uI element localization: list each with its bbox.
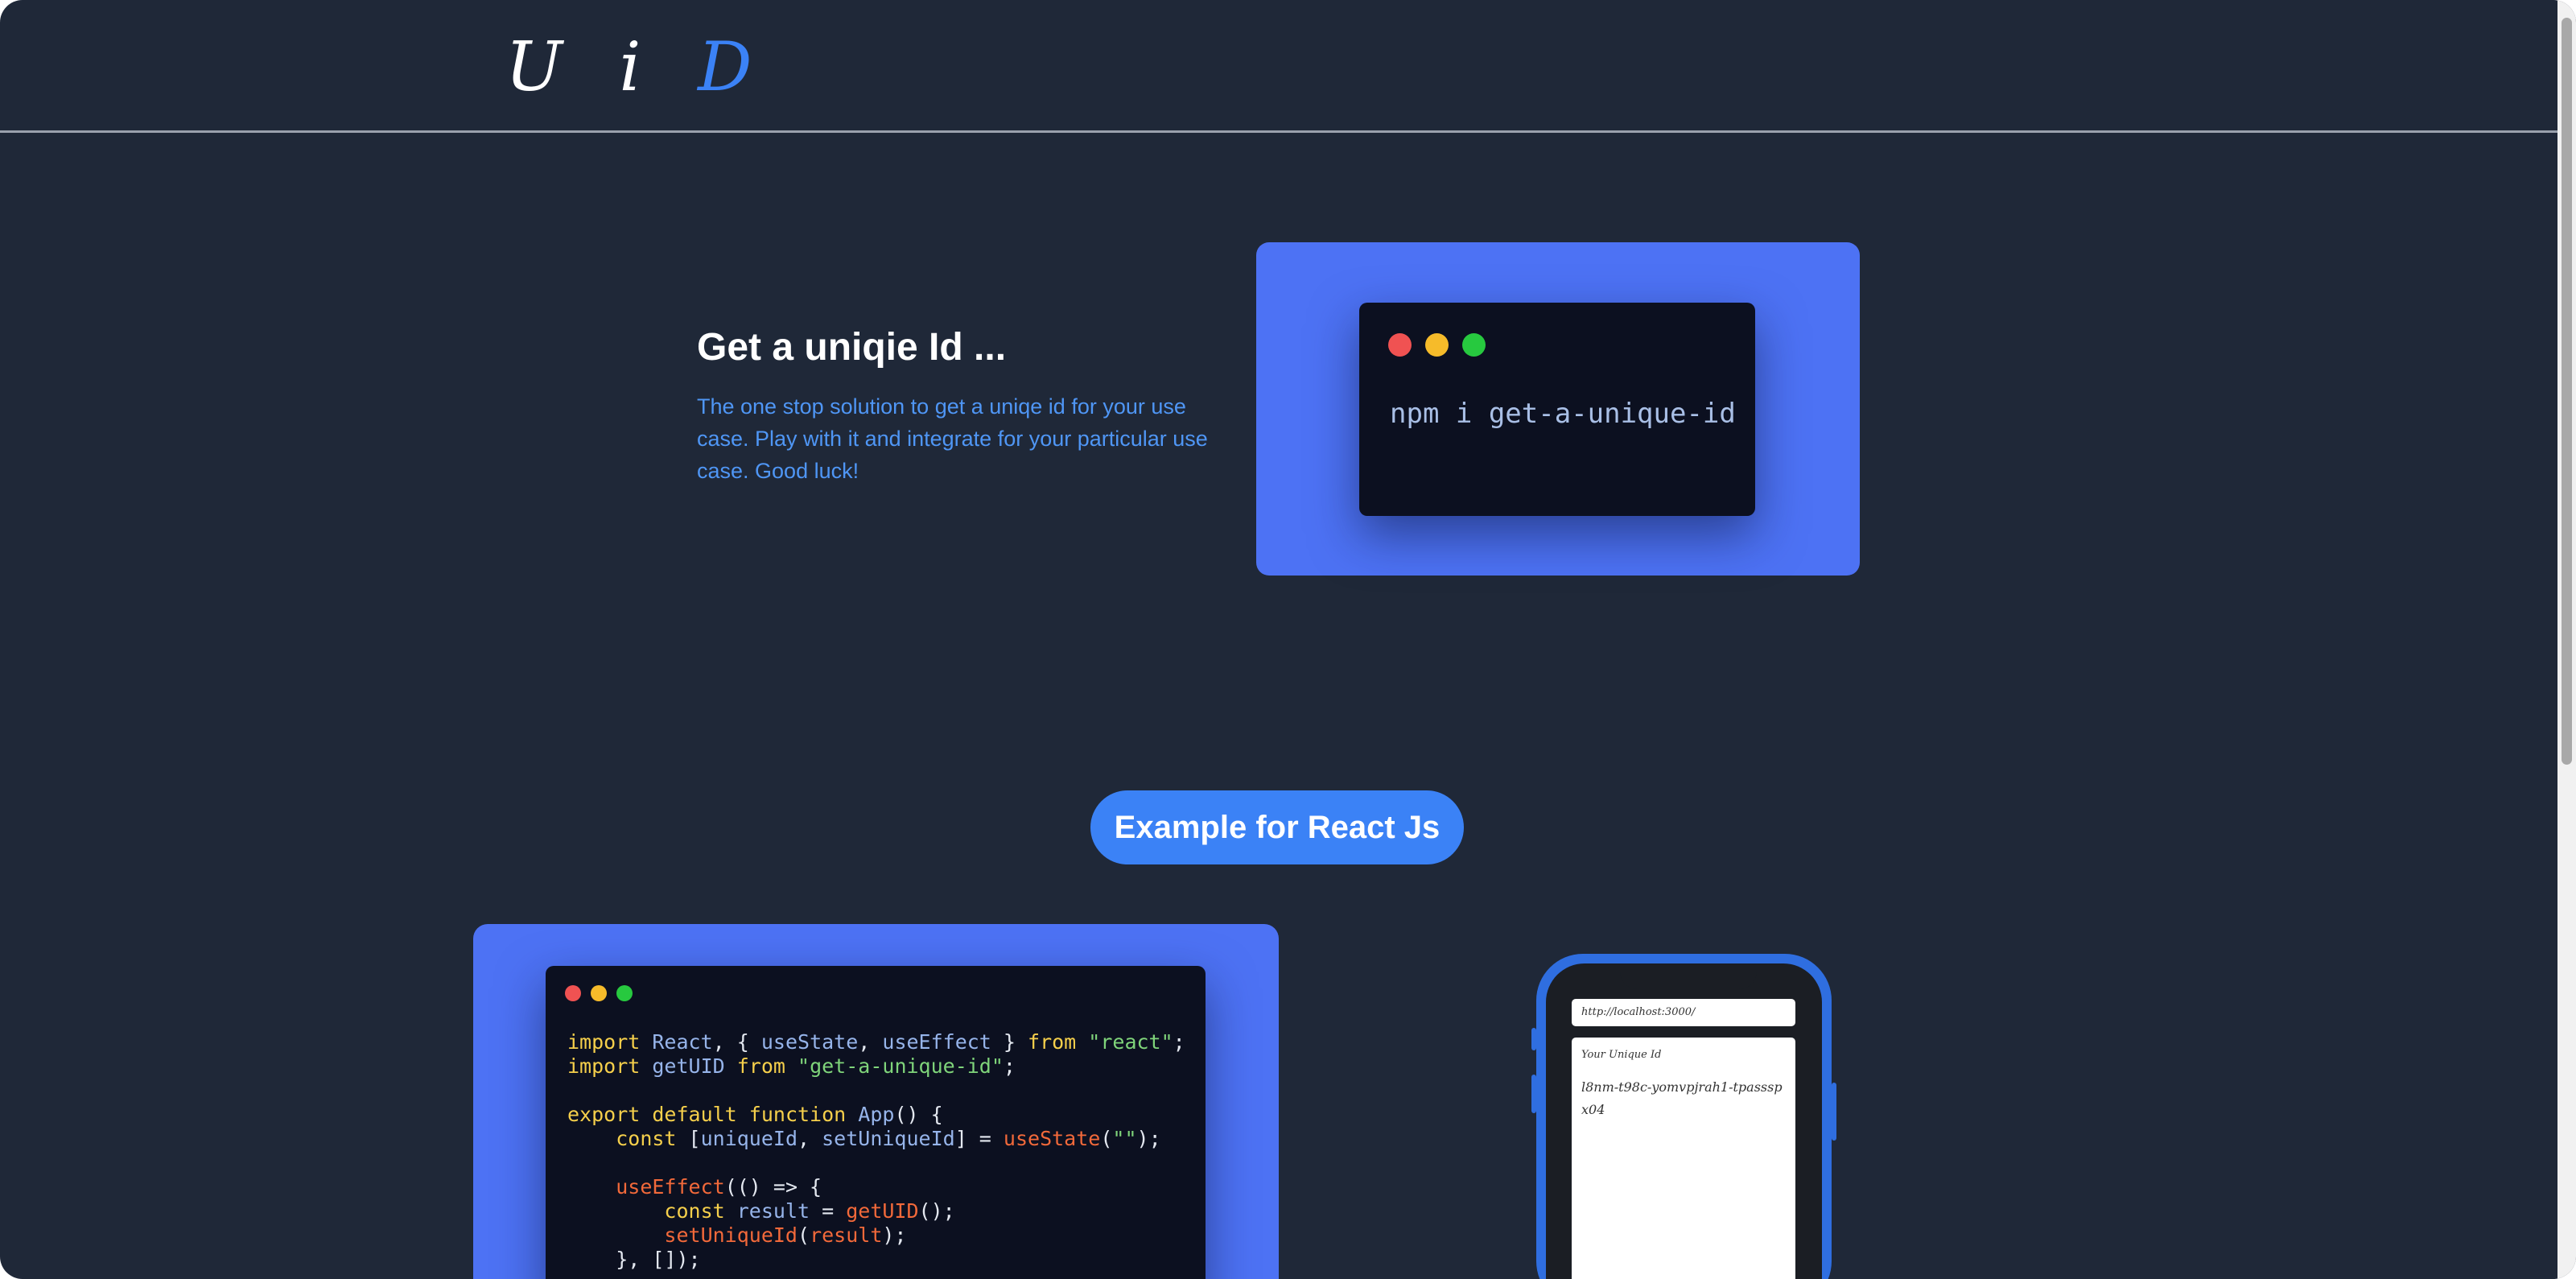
hero-title: Get a uniqie Id ... <box>697 326 1007 369</box>
phone-screen: Your Unique Id l8nm-t98c-yomvpjrah1-tpas… <box>1572 1038 1795 1279</box>
code-example-card: import React, { useState, useEffect } fr… <box>473 924 1279 1279</box>
install-command[interactable]: npm i get-a-unique-id <box>1390 398 1736 430</box>
code-snippet: import React, { useState, useEffect } fr… <box>567 1030 1185 1271</box>
site-logo[interactable]: U i D <box>505 23 769 111</box>
install-card: npm i get-a-unique-id <box>1256 242 1860 576</box>
site-header: U i D <box>0 0 2557 133</box>
unique-id-label: Your Unique Id <box>1581 1049 1662 1061</box>
scrollbar-thumb[interactable] <box>2562 18 2572 765</box>
unique-id-value: l8nm-t98c-yomvpjrah1-tpassspx04 <box>1581 1079 1783 1117</box>
window-controls <box>1388 333 1486 357</box>
page-scrollbar[interactable] <box>2557 0 2576 1279</box>
logo-text: U i <box>505 27 699 106</box>
window-controls <box>565 985 633 1001</box>
phone-side-button <box>1531 1075 1536 1113</box>
phone-mockup: http://localhost:3000/ Your Unique Id l8… <box>1531 954 1836 1279</box>
logo-accent-letter: D <box>698 27 770 106</box>
maximize-dot-icon <box>1462 333 1486 357</box>
example-react-button[interactable]: Example for React Js <box>1090 790 1464 864</box>
browser-page: U i D Get a uniqie Id ... The one stop s… <box>0 0 2576 1279</box>
phone-notch <box>1620 963 1757 989</box>
maximize-dot-icon <box>616 985 633 1001</box>
phone-side-button <box>1531 1028 1536 1050</box>
code-terminal: import React, { useState, useEffect } fr… <box>546 966 1206 1279</box>
close-dot-icon <box>565 985 581 1001</box>
minimize-dot-icon <box>1425 333 1449 357</box>
phone-url-bar: http://localhost:3000/ <box>1572 999 1795 1026</box>
hero-description: The one stop solution to get a uniqe id … <box>697 394 1208 483</box>
minimize-dot-icon <box>591 985 607 1001</box>
phone-side-button <box>1832 1083 1836 1141</box>
install-terminal: npm i get-a-unique-id <box>1359 303 1755 516</box>
close-dot-icon <box>1388 333 1412 357</box>
